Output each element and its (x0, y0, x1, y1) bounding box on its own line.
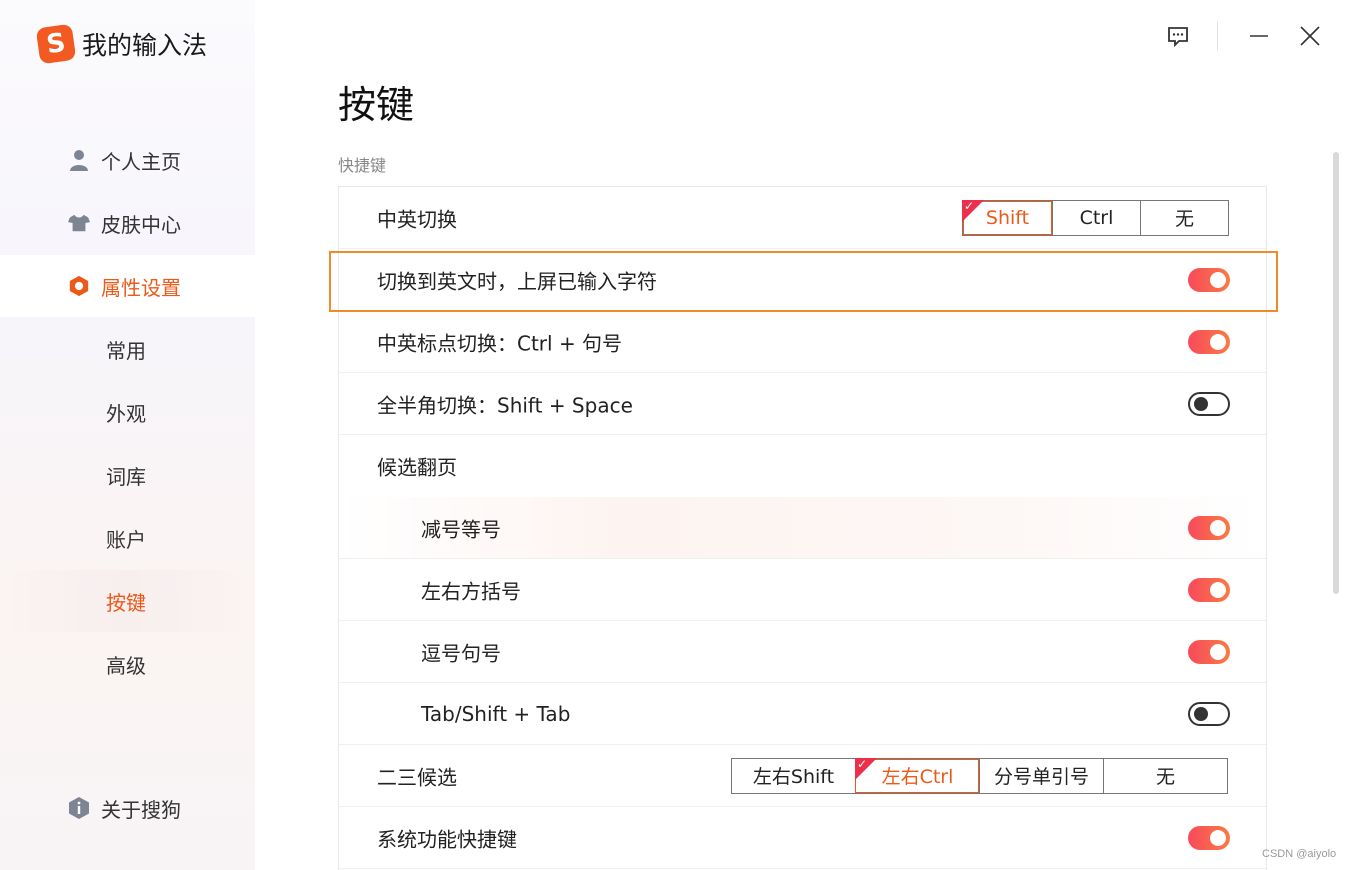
check-icon: ✓ (964, 198, 975, 213)
option-ctrl[interactable]: Ctrl (1052, 200, 1140, 235)
setting-row-cn-en-switch: 中英切换 ✓ Shift Ctrl 无 (339, 187, 1266, 249)
option-label: Shift (985, 206, 1030, 229)
sub-item-label: 词库 (106, 464, 146, 489)
sub-item-appearance[interactable]: 外观 (0, 381, 255, 443)
system-hotkeys-toggle[interactable] (1188, 825, 1230, 850)
width-switch-toggle[interactable] (1188, 391, 1230, 416)
setting-label: Tab/Shift + Tab (421, 701, 571, 726)
option-label: 左右Ctrl (881, 766, 954, 788)
setting-label: 系统功能快捷键 (377, 827, 517, 851)
page-title: 按键 (338, 83, 415, 127)
nav-item-about[interactable]: 关于搜狗 (0, 777, 255, 839)
hexagon-settings-icon (68, 275, 90, 297)
nav-item-skins[interactable]: 皮肤中心 (0, 192, 255, 254)
setting-row-comma-period: 逗号句号 (339, 621, 1266, 683)
punct-switch-toggle[interactable] (1188, 329, 1230, 354)
app-title: 我的输入法 (82, 31, 208, 60)
commit-on-switch-toggle[interactable] (1188, 267, 1230, 292)
option-label: 无 (1174, 208, 1194, 230)
sub-item-label: 按键 (106, 590, 146, 615)
watermark: CSDN @aiyolo (1262, 848, 1337, 860)
setting-label: 减号等号 (421, 517, 501, 541)
option-shift[interactable]: ✓ Shift (962, 198, 1052, 235)
info-shield-icon (68, 797, 90, 819)
setting-group-label: 候选翻页 (377, 455, 457, 480)
tab-toggle[interactable] (1188, 701, 1230, 726)
option-left-right-shift[interactable]: 左右Shift (732, 759, 855, 793)
setting-row-brackets: 左右方括号 (339, 559, 1266, 621)
section-label: 快捷键 (338, 156, 387, 175)
nav-label: 个人主页 (101, 149, 181, 174)
scrollbar[interactable] (1333, 152, 1339, 594)
second-third-selector: 左右Shift ✓ 左右Ctrl 分号单引号 无 (731, 756, 1228, 794)
setting-label: 中英切换 (377, 207, 457, 231)
option-none[interactable]: 无 (1140, 200, 1228, 235)
setting-row-punct-switch: 中英标点切换：Ctrl + 句号 (339, 311, 1266, 373)
setting-label: 全半角切换：Shift + Space (377, 393, 633, 417)
sidebar: S 我的输入法 个人主页 皮肤中心 属性设置 常用 外观 词库 账户 按键 高级… (0, 0, 255, 870)
option-label: 无 (1155, 766, 1175, 788)
sub-item-keys[interactable]: 按键 (0, 570, 255, 632)
sub-item-label: 常用 (106, 338, 146, 363)
tshirt-icon (68, 212, 90, 234)
brand: S 我的输入法 (35, 23, 208, 65)
brackets-toggle[interactable] (1188, 577, 1230, 602)
comma-period-toggle[interactable] (1188, 639, 1230, 664)
option-semicolon-quote[interactable]: 分号单引号 (979, 758, 1103, 793)
option-label: 左右Shift (752, 766, 835, 788)
nav-label: 皮肤中心 (101, 212, 181, 237)
sub-item-general[interactable]: 常用 (0, 318, 255, 380)
feedback-icon[interactable] (1164, 22, 1192, 50)
sub-item-dictionary[interactable]: 词库 (0, 444, 255, 506)
sub-item-label: 外观 (106, 401, 146, 426)
setting-row-width-switch: 全半角切换：Shift + Space (339, 373, 1266, 435)
nav-item-profile[interactable]: 个人主页 (0, 129, 255, 191)
cn-en-switch-selector: ✓ Shift Ctrl 无 (962, 198, 1229, 236)
nav-item-settings[interactable]: 属性设置 (0, 255, 255, 317)
option-label: Ctrl (1079, 206, 1114, 229)
setting-label: 中英标点切换：Ctrl + 句号 (377, 331, 623, 355)
close-icon[interactable] (1296, 22, 1324, 50)
check-icon: ✓ (857, 756, 868, 771)
setting-label: 二三候选 (377, 765, 457, 789)
minus-equal-toggle[interactable] (1188, 515, 1230, 540)
setting-label: 逗号句号 (421, 641, 501, 665)
setting-row-minus-equal: 减号等号 (339, 497, 1266, 559)
sub-item-account[interactable]: 账户 (0, 507, 255, 569)
option-left-right-ctrl[interactable]: ✓ 左右Ctrl (855, 756, 979, 793)
setting-row-system-hotkeys: 系统功能快捷键 (339, 807, 1266, 869)
setting-label: 切换到英文时，上屏已输入字符 (377, 269, 657, 293)
window-divider (1217, 21, 1218, 51)
setting-row-commit-on-switch: 切换到英文时，上屏已输入字符 (339, 249, 1266, 311)
setting-label: 左右方括号 (421, 579, 521, 603)
nav-label: 关于搜狗 (101, 797, 181, 822)
option-none[interactable]: 无 (1103, 758, 1227, 793)
nav-label: 属性设置 (101, 275, 181, 300)
sub-item-label: 高级 (106, 653, 146, 678)
setting-row-second-third: 二三候选 左右Shift ✓ 左右Ctrl 分号单引号 无 (339, 745, 1266, 807)
option-label: 分号单引号 (993, 766, 1089, 788)
sogou-logo-icon: S (35, 23, 77, 65)
user-icon (68, 149, 90, 171)
sub-item-advanced[interactable]: 高级 (0, 633, 255, 695)
setting-row-paging-header: 候选翻页 (339, 435, 1266, 497)
sub-item-label: 账户 (106, 527, 146, 552)
setting-row-tab: Tab/Shift + Tab (339, 683, 1266, 745)
minimize-icon[interactable] (1245, 22, 1273, 50)
